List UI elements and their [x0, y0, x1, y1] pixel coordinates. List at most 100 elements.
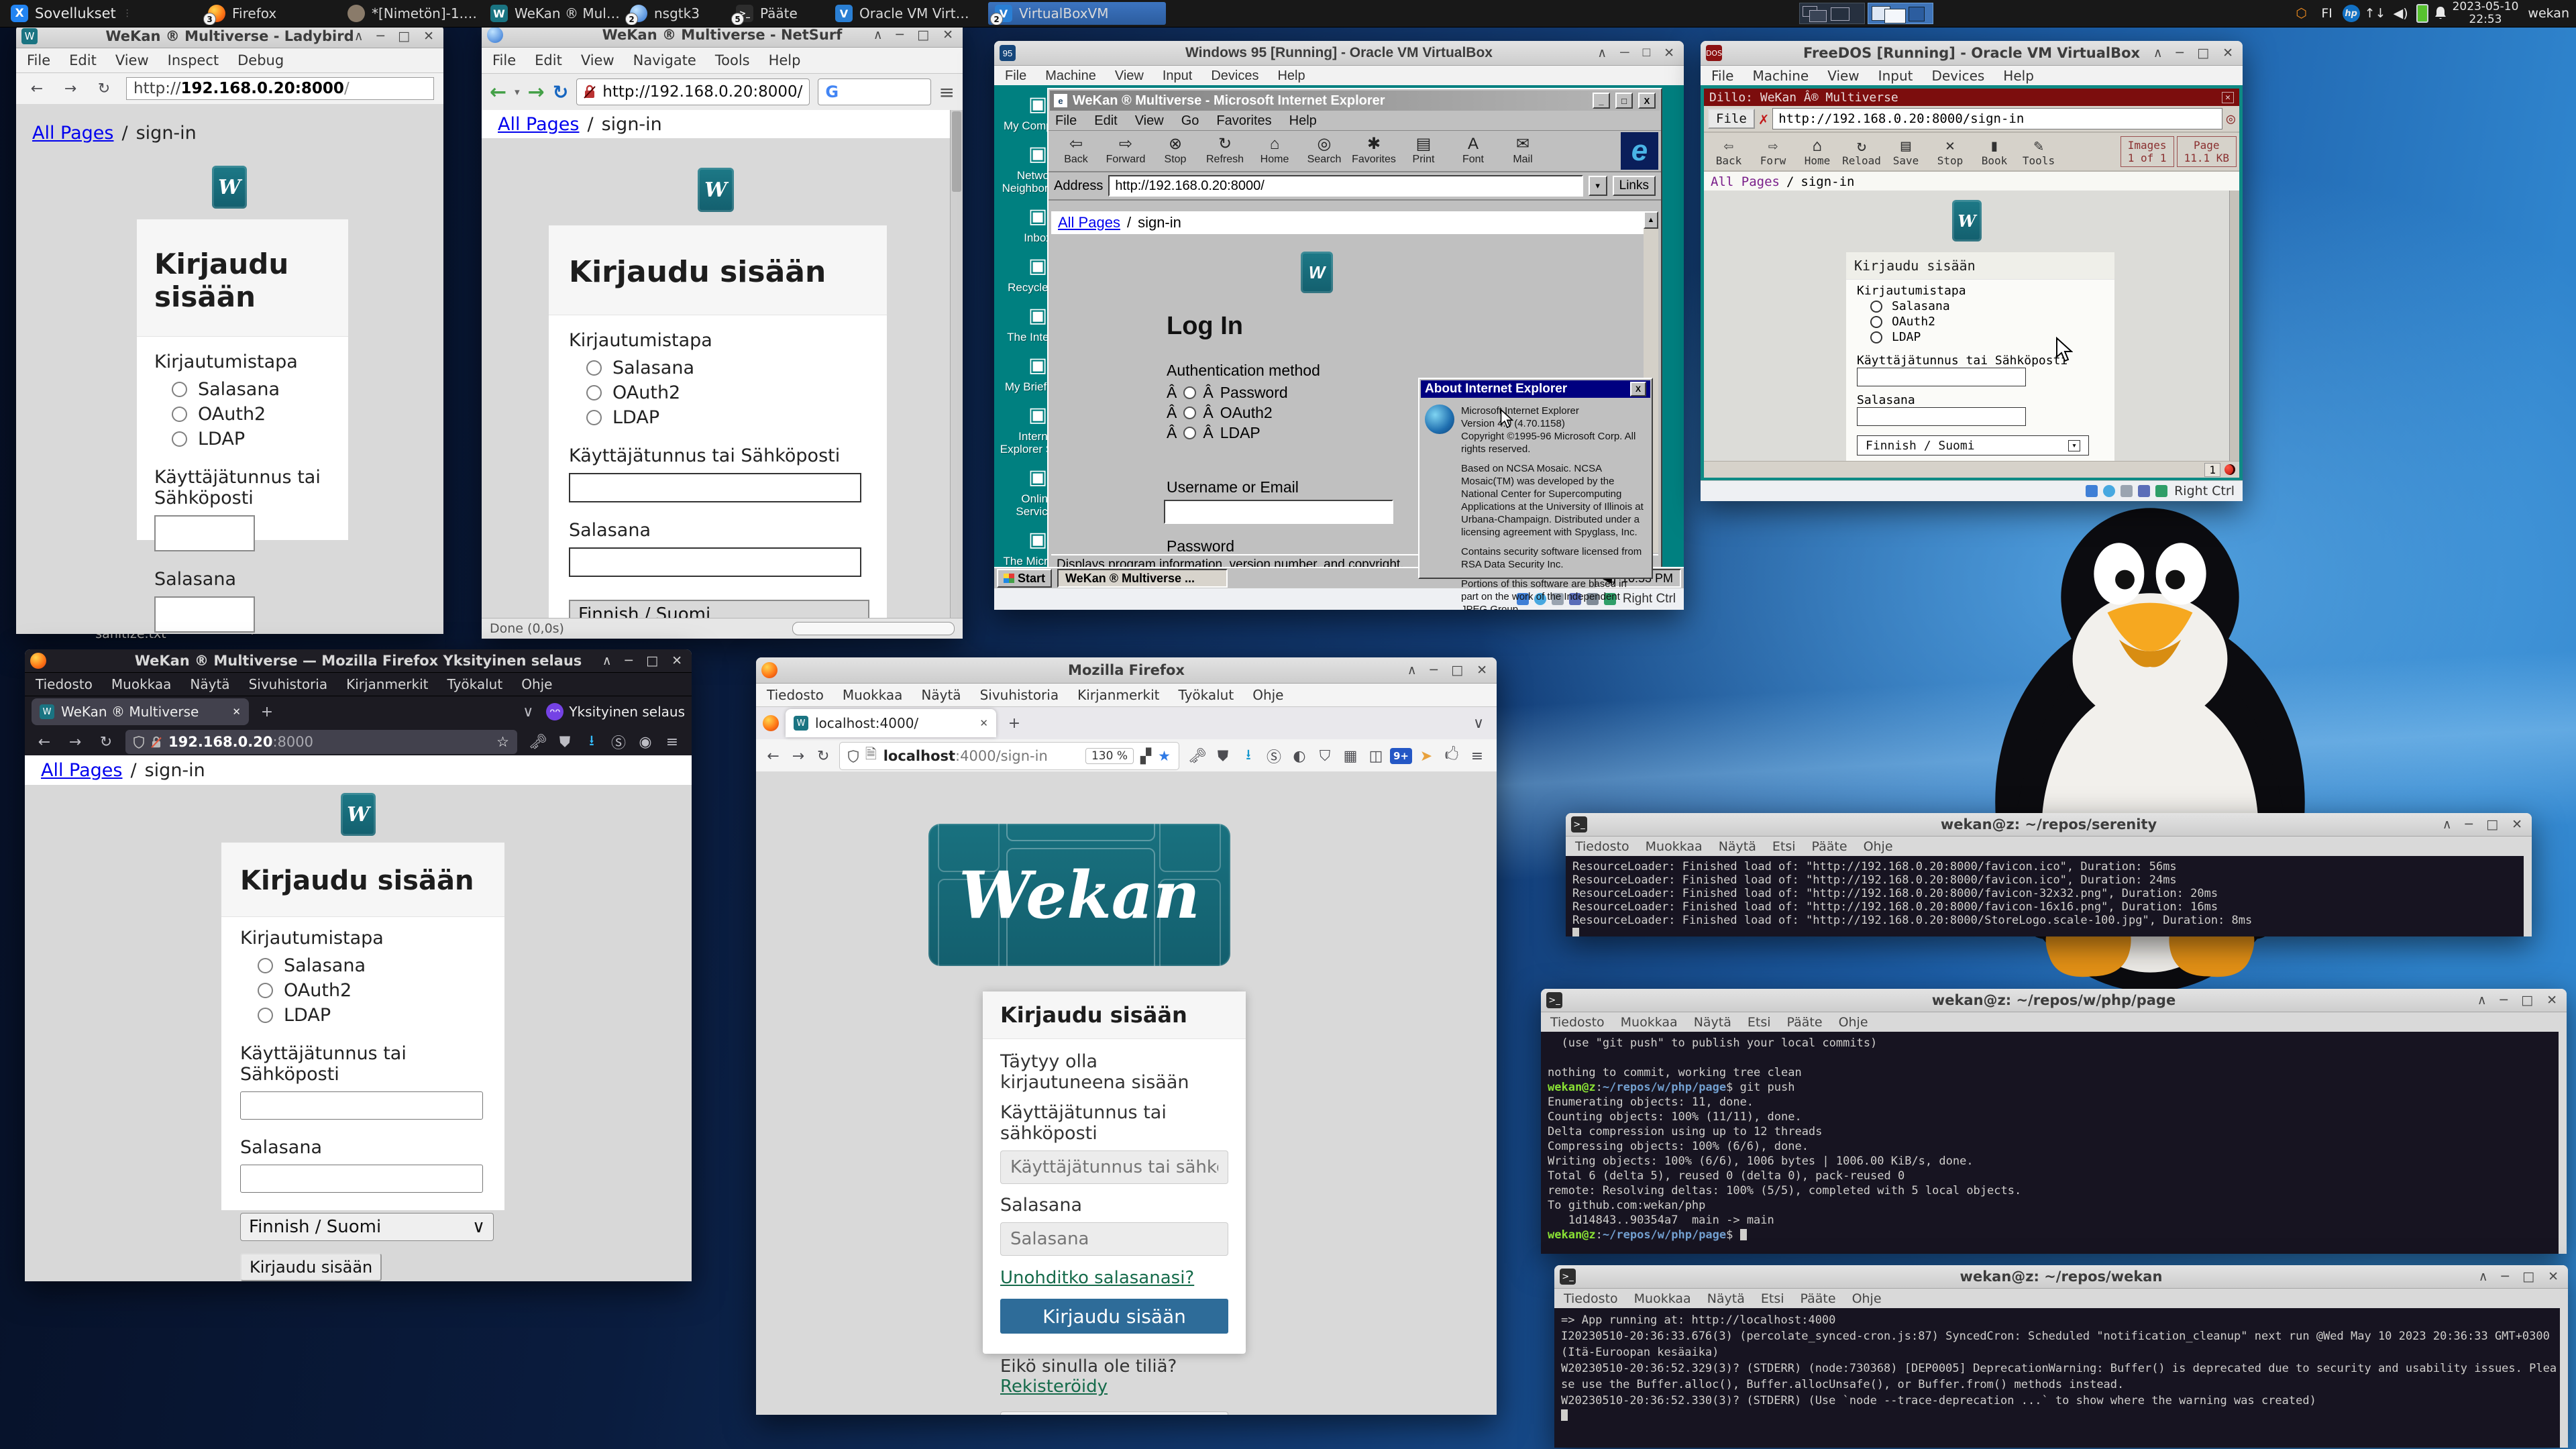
taskbar-task-gimp[interactable]: *[Nimetön]-1.0 (RGB-vä...	[341, 2, 492, 25]
username-input[interactable]	[1000, 1150, 1228, 1184]
back-dropdown-icon[interactable]: ▾	[515, 86, 520, 98]
bug-meter-count[interactable]: 1	[2204, 463, 2220, 477]
radio-icon[interactable]	[586, 360, 602, 376]
auth-method-radio[interactable]: OAuth2	[258, 980, 486, 1001]
menu-item[interactable]: Devices	[1211, 68, 1258, 84]
terminal-titlebar[interactable]: >_ wekan@z: ~/repos/serenity ∧ ─ □ ✕	[1566, 813, 2532, 837]
minimize-icon[interactable]: ─	[896, 28, 904, 42]
menu-item[interactable]: Ohje	[1864, 839, 1893, 854]
tab-list-chevron-icon[interactable]: ∨	[1467, 712, 1490, 735]
menu-item[interactable]: Näytä	[1707, 1291, 1745, 1306]
radio-icon[interactable]	[258, 1008, 273, 1023]
taskbar-task-firefox[interactable]: 3 Firefox	[201, 2, 349, 25]
all-pages-link[interactable]: All Pages	[498, 114, 580, 135]
shade-icon[interactable]: ∧	[2153, 46, 2163, 60]
menu-item[interactable]: Etsi	[1772, 839, 1796, 854]
dillo-toolbar-button[interactable]: ✎ Tools	[2017, 137, 2061, 167]
dillo-titlebar[interactable]: Dillo: WeKan Â® Multiverse ✕	[1704, 89, 2239, 106]
username-input[interactable]	[1164, 500, 1393, 524]
password-input[interactable]	[240, 1165, 483, 1193]
dillo-toolbar-button[interactable]: ⇦ Back	[1707, 137, 1751, 167]
maximize-icon[interactable]: □	[1643, 46, 1650, 60]
hp-tools-icon[interactable]: hp	[2343, 5, 2360, 22]
menu-item[interactable]: Help	[2003, 68, 2034, 84]
ie-toolbar-button[interactable]: ▤ Print	[1399, 136, 1448, 166]
stylus-badge-icon[interactable]: Ⓢ	[1263, 745, 1285, 767]
url-bar[interactable]: 192.168.0.20:8000 ☆	[125, 730, 517, 754]
radio-icon[interactable]	[1870, 331, 1882, 343]
menu-item[interactable]: Etsi	[1748, 1015, 1771, 1030]
terminal-scrollbar[interactable]	[2524, 856, 2532, 936]
forgot-password-link[interactable]: Unohditko salasanasi?	[1000, 1268, 1228, 1288]
radio-icon[interactable]	[258, 983, 273, 998]
dillo-scrollbar[interactable]	[2229, 191, 2239, 462]
netsurf-scrollbar[interactable]	[950, 110, 963, 619]
menu-item[interactable]: Näytä	[1719, 839, 1756, 854]
minimize-button[interactable]: _	[1593, 93, 1610, 109]
reload-icon[interactable]: ↻	[553, 81, 568, 103]
terminal-scrollbar[interactable]	[2560, 1308, 2568, 1448]
back-icon[interactable]: ←	[33, 731, 56, 753]
radio-icon[interactable]	[172, 407, 187, 422]
tracking-shield-icon[interactable]	[133, 736, 144, 749]
ie-toolbar-button[interactable]: ↻ Refresh	[1200, 136, 1250, 166]
menu-item[interactable]: View	[1135, 113, 1164, 129]
shade-icon[interactable]: ∧	[2479, 1269, 2488, 1284]
download-icon[interactable]: ⭳	[1237, 745, 1260, 767]
minimize-icon[interactable]: ─	[377, 29, 384, 44]
radio-icon[interactable]	[172, 431, 187, 447]
maximize-icon[interactable]: □	[2522, 1269, 2534, 1284]
tab-localhost[interactable]: W localhost:4000/ ✕	[786, 709, 996, 737]
back-icon[interactable]: ←	[764, 745, 782, 767]
dillo-toolbar-button[interactable]: ⇨ Forw	[1751, 137, 1795, 167]
radio-icon[interactable]	[1183, 407, 1196, 419]
menu-item[interactable]: Help	[1289, 113, 1317, 129]
menu-item[interactable]: File	[1711, 68, 1733, 84]
menu-item[interactable]: Inspect	[168, 52, 219, 68]
applications-menu-button[interactable]: X Sovellukset ⋮	[5, 2, 138, 25]
menu-item[interactable]: Pääte	[1787, 1015, 1823, 1030]
menu-item[interactable]: Muokkaa	[1634, 1291, 1691, 1306]
dillo-toolbar-button[interactable]: ▮ Book	[1972, 137, 2017, 167]
menu-item[interactable]: Tiedosto	[36, 676, 93, 692]
minimize-icon[interactable]: ─	[1620, 46, 1629, 60]
search-icon[interactable]: ◎	[2226, 111, 2235, 127]
taskbar-task-virtualboxvm[interactable]: V2 VirtualBoxVM	[988, 2, 1166, 25]
url-bar[interactable]: http://192.168.0.20:8000/	[576, 78, 810, 105]
maximize-icon[interactable]: □	[917, 28, 929, 42]
url-bar[interactable]: http://192.168.0.20:8000/	[126, 77, 434, 100]
ie-toolbar-button[interactable]: ◎ Search	[1299, 136, 1349, 166]
close-icon[interactable]: ✕	[2548, 1269, 2559, 1284]
reload-icon[interactable]: ↻	[814, 745, 833, 767]
shade-icon[interactable]: ∧	[873, 28, 883, 42]
radio-icon[interactable]	[1870, 316, 1882, 328]
minimize-icon[interactable]: ─	[2500, 993, 2508, 1008]
close-icon[interactable]: ✕	[423, 29, 434, 44]
menu-item[interactable]: File	[492, 52, 516, 68]
radio-icon[interactable]	[586, 385, 602, 400]
clear-url-icon[interactable]: ✗	[1759, 109, 1768, 128]
adblock-badge-icon[interactable]: 9+	[1390, 748, 1412, 764]
menu-item[interactable]: Navigate	[633, 52, 696, 68]
username-input[interactable]	[1857, 368, 2026, 386]
minimize-icon[interactable]: ─	[1430, 663, 1438, 678]
auth-method-radio[interactable]: Â Â OAuth2	[1167, 404, 1288, 422]
new-tab-icon[interactable]: +	[1003, 712, 1026, 735]
all-pages-link[interactable]: All Pages	[41, 760, 123, 781]
dillo-toolbar-button[interactable]: ▤ Save	[1884, 137, 1928, 167]
taskbar-task-nsgtk3[interactable]: 2 nsgtk3	[623, 2, 737, 25]
language-select[interactable]: Finnish / Suomi ▾	[1857, 435, 2089, 455]
minimize-icon[interactable]: ─	[625, 653, 633, 668]
tab-close-icon[interactable]: ✕	[979, 717, 988, 729]
shade-icon[interactable]: ∧	[2443, 817, 2452, 832]
ladybird-titlebar[interactable]: W WeKan ® Multiverse - Ladybird ∧ ─ □ ✕	[16, 25, 443, 48]
bookmark-star-icon[interactable]: ☆	[496, 734, 509, 750]
all-pages-link[interactable]: All Pages	[1711, 174, 1780, 189]
web-search-box[interactable]: G	[818, 78, 930, 105]
ie-toolbar-button[interactable]: ⇨ Forward	[1101, 136, 1150, 166]
network-status-icon[interactable]: ⬡	[2292, 3, 2312, 23]
firefox-titlebar[interactable]: Mozilla Firefox ∧ ─ □ ✕	[756, 657, 1497, 684]
sync-icon[interactable]: 🖒	[1440, 745, 1463, 767]
clock[interactable]: 2023-05-10 22:53	[2453, 1, 2519, 26]
lockwise-icon[interactable]: 🗝	[527, 731, 549, 753]
